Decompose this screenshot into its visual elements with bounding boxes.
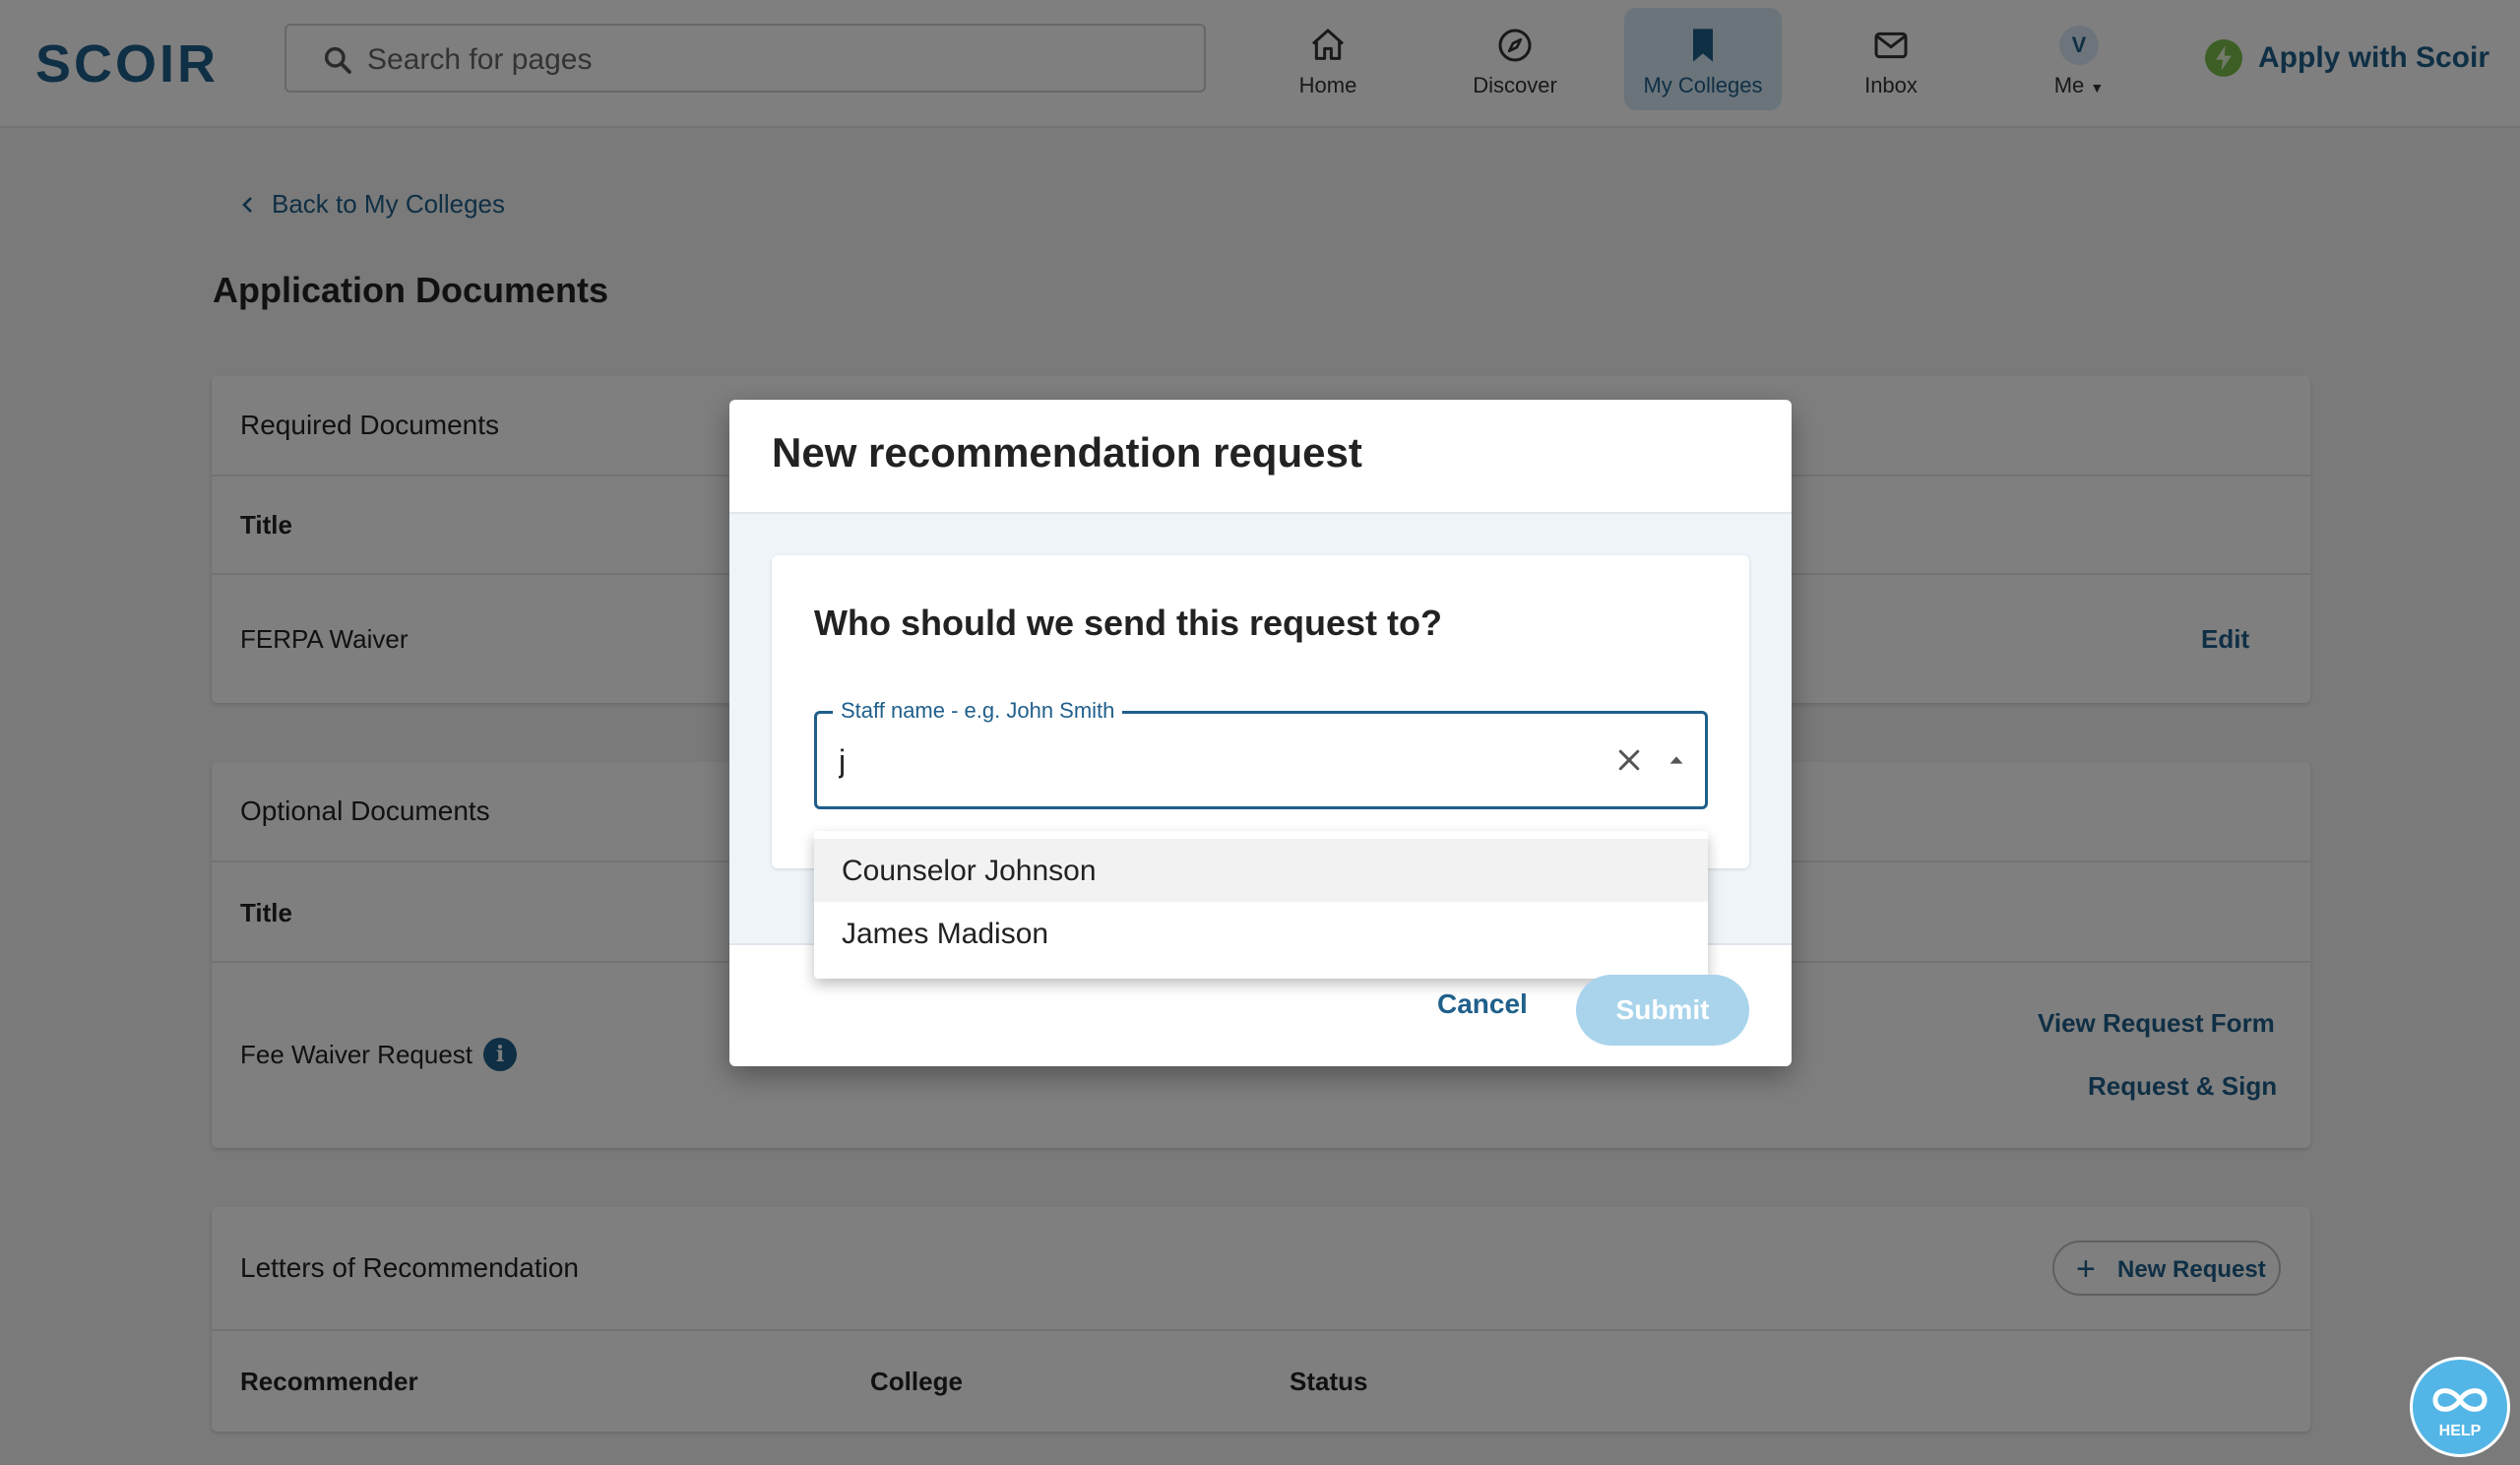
- recipient-question: Who should we send this request to?: [814, 603, 1443, 643]
- caret-up-icon[interactable]: [1666, 749, 1687, 771]
- staff-name-input[interactable]: [839, 741, 1528, 781]
- staff-name-field[interactable]: Staff name - e.g. John Smith: [814, 698, 1708, 809]
- staff-name-label: Staff name - e.g. John Smith: [833, 698, 1123, 724]
- cancel-button[interactable]: Cancel: [1437, 988, 1528, 1020]
- clear-icon[interactable]: [1614, 745, 1644, 775]
- submit-button[interactable]: Submit: [1576, 975, 1749, 1046]
- infinity-icon: [2432, 1388, 2488, 1412]
- dialog-footer: Cancel Submit: [729, 947, 1792, 1066]
- help-label: HELP: [2438, 1423, 2482, 1439]
- new-recommendation-request-dialog: New recommendation request Who should we…: [729, 400, 1792, 1066]
- option-label: Counselor Johnson: [842, 855, 1097, 887]
- autocomplete-option[interactable]: Counselor Johnson: [814, 839, 1708, 902]
- recipient-card: Who should we send this request to? Staf…: [772, 555, 1749, 868]
- option-label: James Madison: [842, 918, 1049, 950]
- help-button[interactable]: HELP: [2410, 1357, 2510, 1457]
- dialog-title: New recommendation request: [772, 429, 1362, 476]
